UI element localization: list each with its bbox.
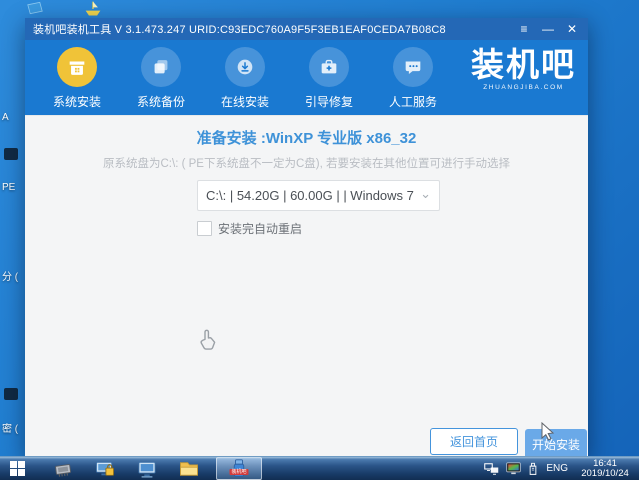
- nav-label: 系统备份: [137, 93, 185, 110]
- tray-date: 2019/10/24: [576, 469, 634, 479]
- page-subtitle: 原系统盘为C:\: ( PE下系统盘不一定为C盘), 若要安装在其他位置可进行手…: [25, 155, 588, 171]
- nav-label: 系统安装: [53, 93, 101, 110]
- tray-display-icon[interactable]: [506, 462, 521, 475]
- brand-logo-text: 装机吧: [471, 47, 576, 83]
- desktop: A PE 分 ( 密 ( 装机吧装机工具 V 3.1.473.247 URID:…: [0, 0, 639, 480]
- tray-network-icon[interactable]: [484, 463, 499, 475]
- download-icon: [225, 47, 265, 87]
- nav-item-online-install[interactable]: 在线安装: [205, 40, 285, 115]
- nav-item-boot-repair[interactable]: 引导修复: [289, 40, 369, 115]
- auto-restart-checkbox-row[interactable]: 安装完自动重启: [197, 220, 302, 237]
- taskbar-computer-icon[interactable]: [134, 457, 160, 480]
- repair-kit-icon: [309, 47, 349, 87]
- menu-icon[interactable]: ≡: [512, 18, 536, 40]
- tray-usb-icon[interactable]: [528, 462, 538, 476]
- desktop-icon-fragment[interactable]: [4, 148, 18, 160]
- window-titlebar: 装机吧装机工具 V 3.1.473.247 URID:C93EDC760A9F5…: [25, 18, 588, 40]
- nav-item-system-install[interactable]: 系统安装: [37, 40, 117, 115]
- brand-logo-subtext: ZHUANGJIBA.COM: [471, 84, 576, 91]
- start-button[interactable]: [0, 457, 34, 480]
- start-install-button[interactable]: 开始安装: [525, 429, 587, 459]
- hand-cursor: [195, 326, 221, 361]
- nav-label: 引导修复: [305, 93, 353, 110]
- back-home-button[interactable]: 返回首页: [430, 428, 518, 455]
- install-box-icon: [57, 47, 97, 87]
- app-window: 装机吧装机工具 V 3.1.473.247 URID:C93EDC760A9F5…: [25, 18, 588, 458]
- desktop-label-fragment[interactable]: A: [2, 112, 9, 123]
- chat-bubble-icon: [393, 47, 433, 87]
- taskbar-active-app-label: 装机吧: [229, 469, 248, 475]
- nav-item-system-backup[interactable]: 系统备份: [121, 40, 201, 115]
- taskbar-network-lock-icon[interactable]: [92, 457, 118, 480]
- tray-clock[interactable]: 16:41 2019/10/24: [576, 459, 634, 479]
- page-title: 准备安装 :WinXP 专业版 x86_32: [25, 127, 588, 148]
- auto-restart-label: 安装完自动重启: [218, 220, 302, 237]
- desktop-icon-fragment[interactable]: [4, 388, 18, 400]
- taskbar-active-app-zhuangjiba[interactable]: 装机吧: [216, 457, 262, 480]
- disk-select-value: C:\: | 54.20G | 60.00G | | Windows 7 Hor: [206, 188, 416, 203]
- taskbar-folder-icon[interactable]: [176, 457, 202, 480]
- taskbar-ramdisk-icon[interactable]: [50, 457, 76, 480]
- nav-item-human-service[interactable]: 人工服务: [373, 40, 453, 115]
- nav-header: 系统安装 系统备份 在线安装 引导修复: [25, 40, 588, 115]
- desktop-label-fragment[interactable]: 分 (: [2, 268, 18, 283]
- tray-language-indicator[interactable]: ENG: [546, 463, 568, 474]
- close-icon[interactable]: ✕: [560, 18, 584, 40]
- system-tray: ENG 16:41 2019/10/24: [477, 459, 639, 479]
- brand-logo: 装机吧 ZHUANGJIBA.COM: [471, 47, 576, 91]
- backup-layers-icon: [141, 47, 181, 87]
- tray-time: 16:41: [576, 459, 634, 469]
- windows-logo-icon: [10, 461, 25, 476]
- chevron-down-icon: ⌄: [420, 186, 431, 202]
- taskbar: 装机吧 ENG 16:41 2019/10/24: [0, 456, 639, 480]
- desktop-label-fragment[interactable]: 密 (: [2, 420, 18, 435]
- nav-label: 在线安装: [221, 93, 269, 110]
- window-title: 装机吧装机工具 V 3.1.473.247 URID:C93EDC760A9F5…: [33, 21, 512, 37]
- desktop-label-fragment[interactable]: PE: [2, 182, 15, 193]
- auto-restart-checkbox[interactable]: [197, 221, 212, 236]
- disk-select-dropdown[interactable]: C:\: | 54.20G | 60.00G | | Windows 7 Hor…: [197, 180, 440, 211]
- nav-label: 人工服务: [389, 93, 437, 110]
- main-content: 准备安装 :WinXP 专业版 x86_32 原系统盘为C:\: ( PE下系统…: [25, 115, 588, 459]
- minimize-icon[interactable]: —: [536, 18, 560, 40]
